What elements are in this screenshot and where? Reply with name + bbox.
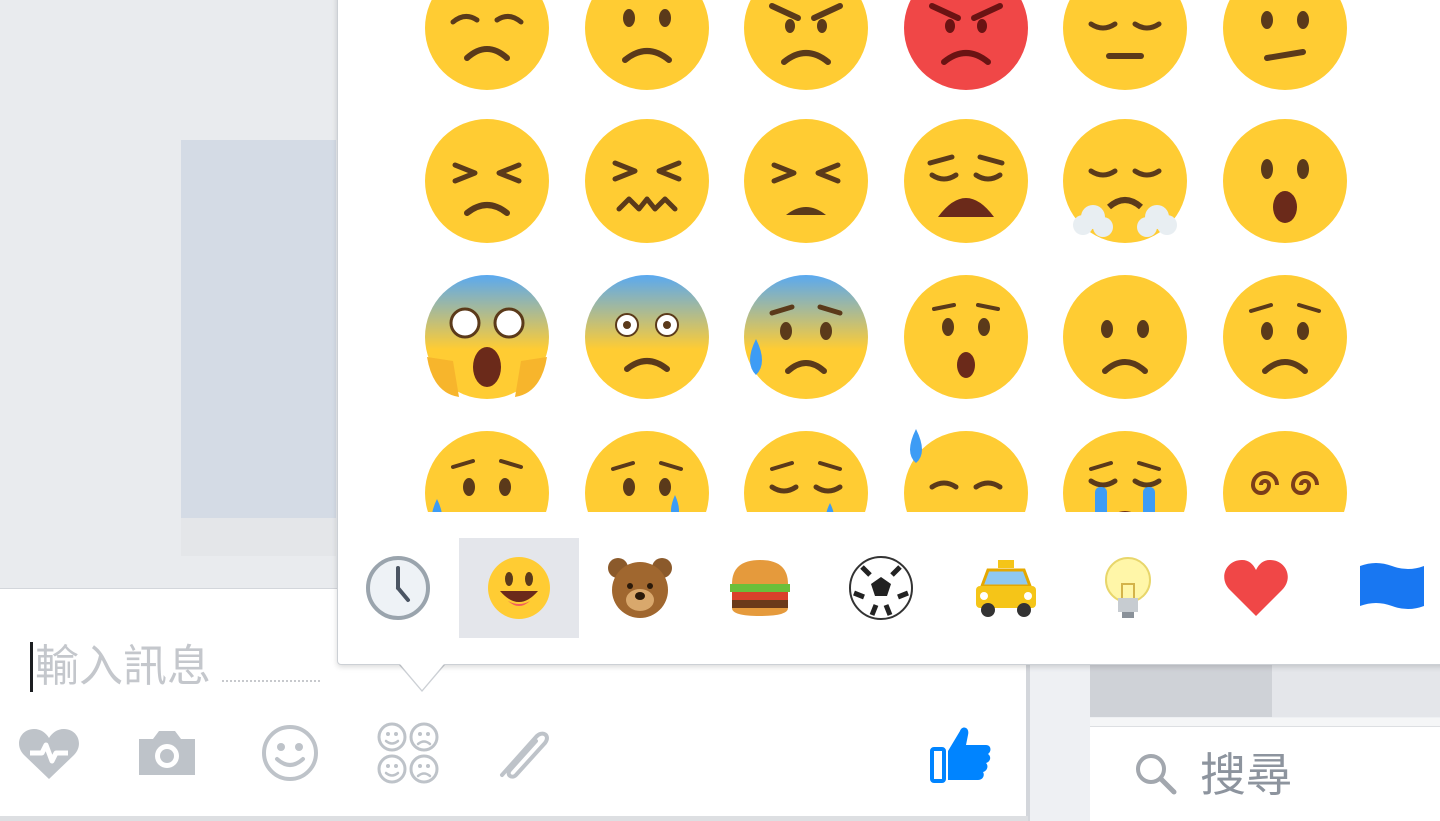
persevering-face-emoji[interactable] [423,0,551,92]
smileys-category-icon[interactable] [459,538,579,638]
sad-face-emoji[interactable] [1061,273,1189,401]
crying-face-emoji[interactable] [583,429,711,512]
persevering-closed-face-emoji[interactable] [742,117,870,245]
message-input[interactable]: 輸入訊息 [30,642,335,692]
hushed-face-emoji[interactable] [902,273,1030,401]
message-bubble-shadow [181,518,336,556]
symbols-heart-icon[interactable] [1196,538,1316,638]
sidebar-divider [1090,718,1440,726]
search-placeholder[interactable]: 搜尋 [1200,748,1292,802]
flags-flag-icon[interactable] [1320,538,1440,638]
worried-face-emoji[interactable] [1221,273,1349,401]
paperclip-icon[interactable] [490,718,560,788]
angry-face-emoji[interactable] [742,0,870,92]
recent-clock-icon[interactable] [338,538,458,638]
fearful-face-emoji[interactable] [583,273,711,401]
pensive-face-emoji[interactable] [1061,0,1189,92]
composer-bottom-border [0,816,1028,821]
sleepy-face-emoji[interactable] [742,429,870,512]
downcast-sweat-face-emoji[interactable] [902,429,1030,512]
contact-thumbnail[interactable] [1090,665,1272,717]
confused-face-emoji[interactable] [1221,0,1349,92]
travel-taxi-icon[interactable] [946,538,1066,638]
confounded-face-emoji[interactable] [583,117,711,245]
thumbs-up-icon[interactable] [926,718,996,788]
picker-pointer [400,664,444,690]
search-icon [1130,748,1180,798]
triumph-face-emoji[interactable] [1061,117,1189,245]
weary-face-emoji[interactable] [902,117,1030,245]
smiley-icon[interactable] [255,718,325,788]
contact-name-placeholder [1272,665,1440,717]
emoji-grid [340,0,1440,512]
dizzy-face-emoji[interactable] [1221,429,1349,512]
animals-bear-icon[interactable] [580,538,700,638]
tired-face-emoji[interactable] [423,117,551,245]
heart-bolt-icon[interactable] [14,718,84,788]
sad-sweat-face-emoji[interactable] [423,429,551,512]
frowning-face-emoji[interactable] [583,0,711,92]
screaming-face-emoji[interactable] [423,273,551,401]
pouting-face-emoji[interactable] [902,0,1030,92]
camera-icon[interactable] [132,718,202,788]
activity-soccer-icon[interactable] [821,538,941,638]
food-burger-icon[interactable] [700,538,820,638]
stickers-icon[interactable] [373,718,443,788]
anxious-sweat-face-emoji[interactable] [742,273,870,401]
message-bubble-placeholder [181,140,336,518]
loudly-crying-face-emoji[interactable] [1061,429,1189,512]
input-underline [222,680,320,682]
open-mouth-face-emoji[interactable] [1221,117,1349,245]
objects-bulb-icon[interactable] [1068,538,1188,638]
